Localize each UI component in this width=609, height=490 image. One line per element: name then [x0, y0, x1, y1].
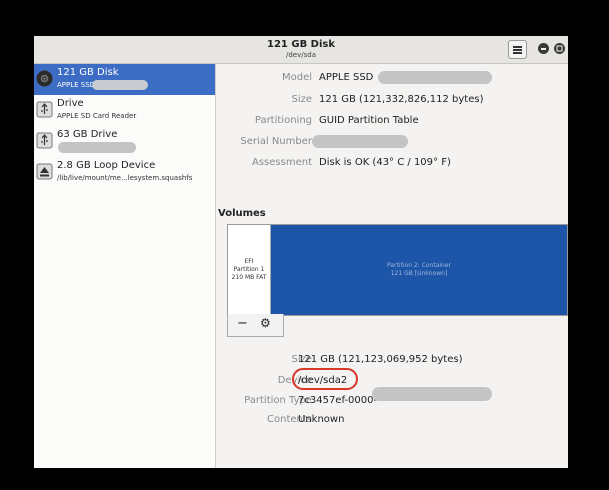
- device-highlight-circle: [292, 368, 358, 390]
- partition-1-name: EFI: [244, 258, 254, 265]
- sidebar-item-title: 2.8 GB Loop Device: [57, 160, 156, 171]
- size-value: 121 GB (121,332,826,112 bytes): [319, 94, 484, 105]
- partition-size-value: 121 GB (121,123,069,952 bytes): [298, 354, 463, 365]
- maximize-icon: [556, 45, 563, 52]
- size-label: Size: [291, 94, 312, 105]
- usb-drive-icon: [36, 101, 53, 118]
- volumes-heading: Volumes: [218, 208, 266, 219]
- sidebar-item-subtitle: APPLE SD Card Reader: [57, 112, 137, 120]
- gears-icon[interactable]: ⚙: [260, 316, 271, 330]
- sidebar-item-subtitle: APPLE SSD: [57, 81, 96, 89]
- serial-number-label: Serial Number: [240, 136, 312, 147]
- contents-value: Unknown: [298, 414, 345, 425]
- partition-map: EFI Partition 1 210 MB FAT Partition 2: …: [227, 224, 568, 316]
- model-label: Model: [281, 72, 312, 83]
- eject-icon: [36, 163, 53, 180]
- partition-1-efi[interactable]: EFI Partition 1 210 MB FAT: [228, 225, 271, 315]
- partition-type-value: 7c3457ef-0000-: [298, 395, 378, 406]
- model-value: APPLE SSD: [319, 72, 374, 83]
- assessment-label: Assessment: [252, 157, 312, 168]
- disk-details-panel: Model APPLE SSD Size 121 GB (121,332,826…: [216, 64, 568, 468]
- partitioning-label: Partitioning: [254, 115, 312, 126]
- device-sidebar: 121 GB Disk APPLE SSD Drive APPLE SD Car…: [34, 64, 216, 468]
- minimize-button[interactable]: [538, 43, 549, 54]
- partitioning-value: GUID Partition Table: [319, 115, 419, 126]
- volume-toolbar: − ⚙: [227, 314, 284, 337]
- partition-1-size: 210 MB FAT: [231, 274, 267, 281]
- sidebar-item-drive[interactable]: Drive APPLE SD Card Reader: [34, 95, 215, 126]
- window-title: 121 GB Disk: [267, 39, 335, 50]
- partition-type-label: Partition Type: [244, 395, 312, 406]
- remove-partition-button[interactable]: −: [237, 317, 248, 331]
- hamburger-menu-icon: [513, 46, 522, 48]
- sidebar-item-63gb-drive[interactable]: 63 GB Drive: [34, 126, 215, 157]
- redacted-partition-type: [372, 387, 492, 401]
- sidebar-item-subtitle: /lib/live/mount/me...lesystem.squashfs: [57, 174, 193, 182]
- assessment-value: Disk is OK (43° C / 109° F): [319, 157, 451, 168]
- window-subtitle: /dev/sda: [286, 51, 316, 59]
- disk-icon: [36, 70, 53, 87]
- redacted-serial: [92, 80, 148, 90]
- partition-2-size: 121 GB [Unknown]: [390, 270, 448, 277]
- sidebar-item-title: Drive: [57, 98, 84, 109]
- redacted-serial: [312, 135, 408, 148]
- partition-2-name: Partition 2: Container: [387, 262, 451, 269]
- maximize-button[interactable]: [554, 43, 565, 54]
- sidebar-item-121gb-disk[interactable]: 121 GB Disk APPLE SSD: [34, 64, 215, 95]
- redacted-serial: [58, 142, 136, 153]
- sidebar-item-loop-device[interactable]: 2.8 GB Loop Device /lib/live/mount/me...…: [34, 157, 215, 188]
- partition-1-number: Partition 1: [233, 266, 265, 273]
- usb-drive-icon: [36, 132, 53, 149]
- minimize-icon: [541, 48, 546, 50]
- redacted-model: [378, 71, 492, 84]
- disks-window: 121 GB Disk /dev/sda 121 GB Disk APPLE S…: [34, 36, 568, 468]
- hamburger-menu-button[interactable]: [508, 40, 527, 59]
- partition-2-container[interactable]: Partition 2: Container 121 GB [Unknown]: [271, 225, 567, 315]
- sidebar-item-title: 121 GB Disk: [57, 67, 119, 78]
- contents-label: Contents: [267, 414, 312, 425]
- title-bar: 121 GB Disk /dev/sda: [34, 36, 568, 64]
- sidebar-item-title: 63 GB Drive: [57, 129, 118, 140]
